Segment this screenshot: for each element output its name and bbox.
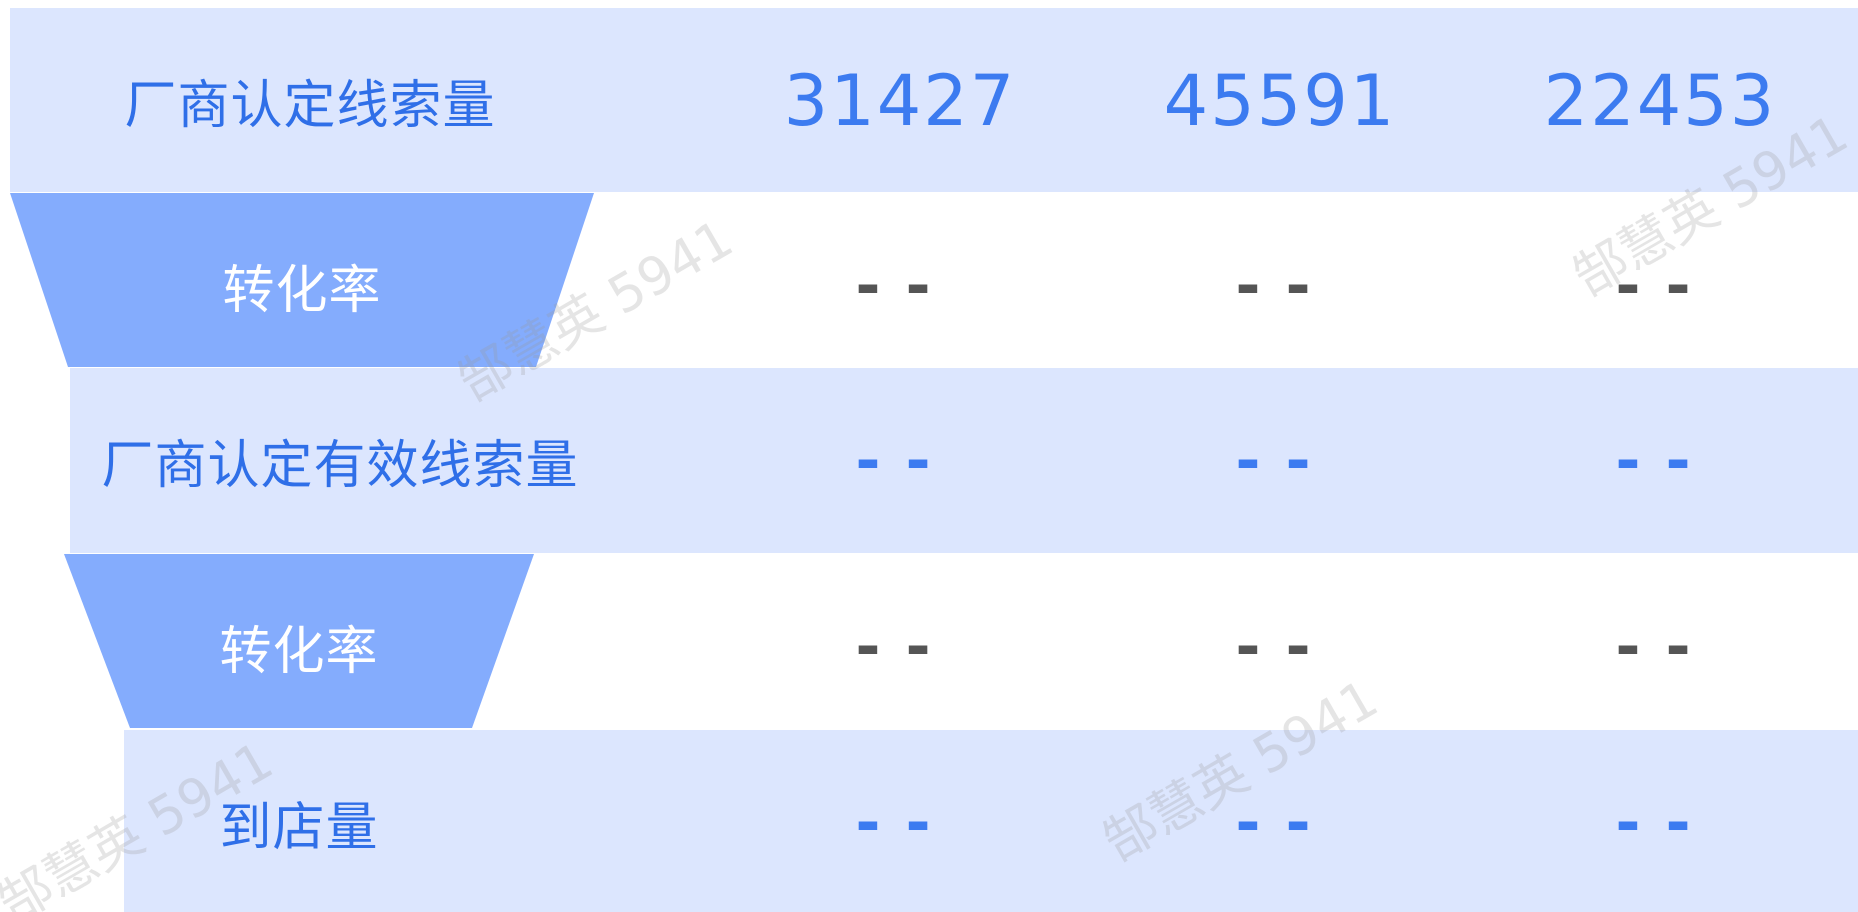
value-cell: 22453: [1543, 59, 1777, 142]
row-label: 转化率: [222, 261, 382, 321]
row-label: 厂商认定有效线索量: [101, 436, 579, 496]
row-label: 转化率: [219, 622, 379, 682]
row-conversion-rate-1: 转化率 -- -- --: [0, 193, 1858, 378]
value-cell: --: [849, 787, 951, 858]
value-cell: --: [849, 425, 951, 496]
row-store-visits: 到店量 -- -- --: [0, 730, 1858, 912]
value-cell: --: [849, 611, 951, 682]
value-cell: --: [1609, 425, 1711, 496]
value-cell: --: [1229, 425, 1331, 496]
row-conversion-rate-2: 转化率 -- -- --: [0, 554, 1858, 739]
value-cell: --: [849, 250, 951, 321]
row-label: 到店量: [219, 798, 379, 858]
row-valid-leads: 厂商认定有效线索量 -- -- --: [0, 368, 1858, 553]
row-vendor-leads: 厂商认定线索量 31427 45591 22453: [0, 8, 1858, 193]
value-cell: --: [1609, 787, 1711, 858]
value-cell: 31427: [783, 59, 1017, 142]
funnel-table: 厂商认定线索量 31427 45591 22453 转化率 -- -- -- 厂…: [0, 0, 1858, 912]
value-cell: --: [1229, 611, 1331, 682]
row-label: 厂商认定线索量: [124, 76, 496, 136]
value-cell: --: [1229, 250, 1331, 321]
value-cell: --: [1609, 611, 1711, 682]
value-cell: 45591: [1163, 59, 1397, 142]
value-cell: --: [1229, 787, 1331, 858]
value-cell: --: [1609, 250, 1711, 321]
